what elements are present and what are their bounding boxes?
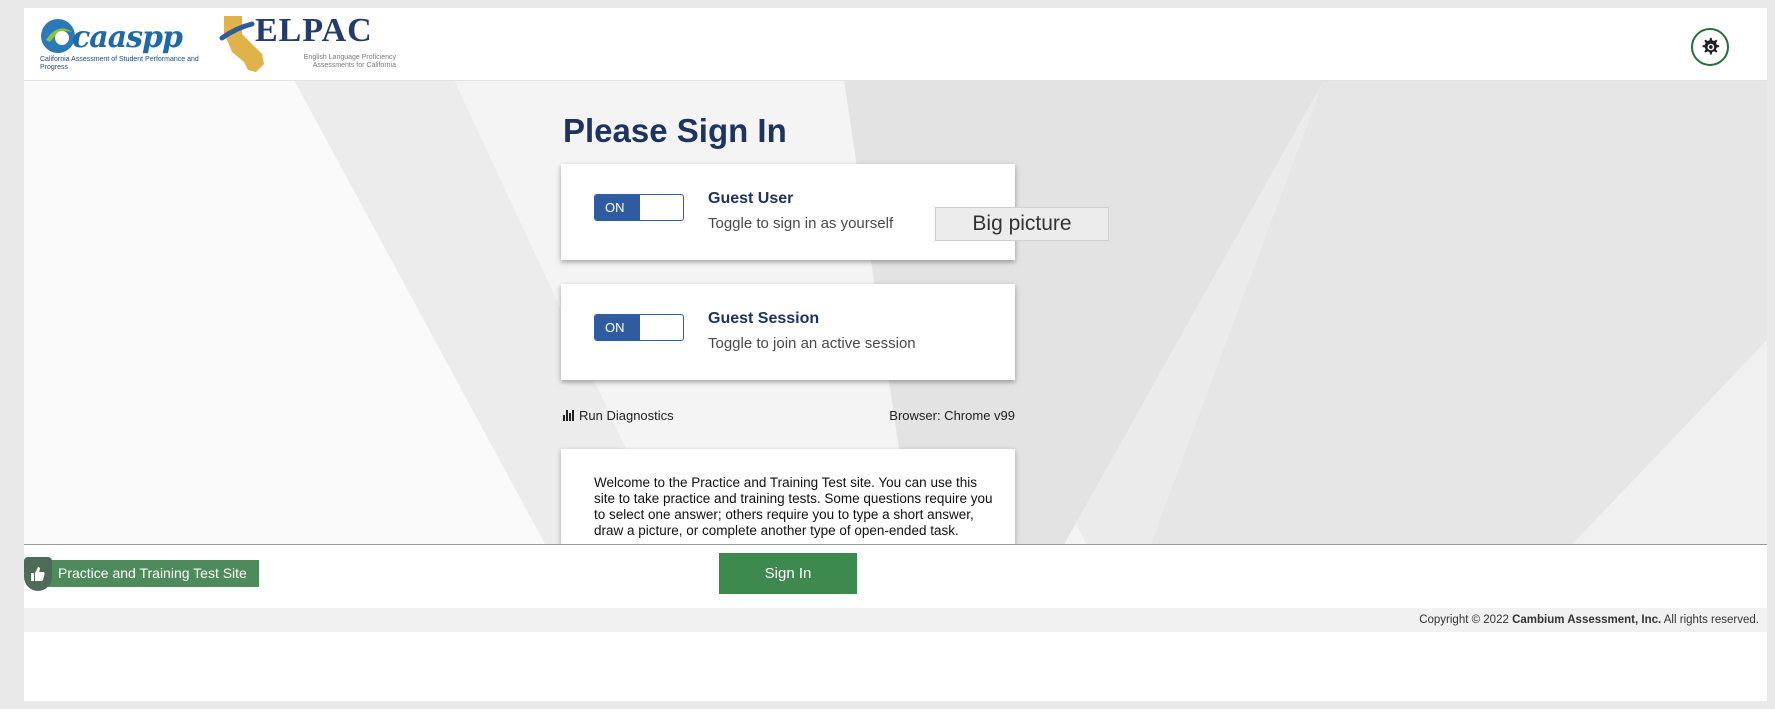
guest-session-toggle[interactable]: ON	[594, 314, 684, 341]
guest-session-description: Toggle to join an active session	[708, 335, 916, 352]
practice-training-badge: Practice and Training Test Site	[24, 556, 259, 591]
page-title: Please Sign In	[563, 112, 787, 149]
guest-session-card: ON Guest Session Toggle to join an activ…	[561, 284, 1015, 380]
elpac-logo-text: ELPAC	[255, 12, 373, 49]
settings-button[interactable]	[1691, 28, 1729, 66]
caaspp-logo-text: caaspp	[72, 20, 183, 55]
elpac-subtitle: English Language Proficiency Assessments…	[303, 54, 396, 69]
toggle-on-label: ON	[595, 195, 640, 220]
footer-bar: Practice and Training Test Site Sign In	[24, 544, 1767, 617]
copyright-company: Cambium Assessment, Inc.	[1512, 614, 1662, 626]
guest-user-description: Toggle to sign in as yourself	[708, 215, 894, 232]
copyright-bar: Copyright © 2022 Cambium Assessment, Inc…	[24, 608, 1767, 632]
bottom-spacer	[24, 632, 1767, 701]
thumbs-up-shield-icon	[24, 556, 52, 591]
elpac-logo: ELPAC English Language Proficiency Asses…	[219, 12, 420, 74]
sign-in-button[interactable]: Sign In	[719, 553, 857, 594]
gear-icon	[1702, 37, 1720, 55]
toggle-on-label: ON	[595, 315, 640, 340]
thumbs-up-icon	[31, 566, 45, 581]
browser-info: Browser: Chrome v99	[889, 408, 1015, 423]
caaspp-logo: caaspp California Assessment of Student …	[38, 14, 208, 74]
tooltip: Big picture	[935, 207, 1109, 241]
copyright-prefix: Copyright © 2022	[1419, 614, 1509, 626]
run-diagnostics-link[interactable]: Run Diagnostics	[563, 408, 674, 423]
practice-training-label: Practice and Training Test Site	[48, 560, 259, 587]
welcome-panel[interactable]: Welcome to the Practice and Training Tes…	[561, 449, 1015, 545]
caaspp-subtitle: California Assessment of Student Perform…	[40, 56, 199, 71]
guest-user-toggle[interactable]: ON	[594, 194, 684, 221]
app-window: caaspp California Assessment of Student …	[24, 8, 1767, 701]
welcome-text: Welcome to the Practice and Training Tes…	[594, 475, 993, 538]
copyright-suffix: All rights reserved.	[1663, 614, 1759, 626]
copyright-text: Copyright © 2022 Cambium Assessment, Inc…	[1419, 614, 1759, 626]
bar-chart-icon	[563, 410, 575, 421]
guest-session-title: Guest Session	[708, 310, 820, 327]
header: caaspp California Assessment of Student …	[24, 8, 1767, 81]
guest-user-title: Guest User	[708, 190, 794, 207]
run-diagnostics-label: Run Diagnostics	[579, 408, 674, 423]
